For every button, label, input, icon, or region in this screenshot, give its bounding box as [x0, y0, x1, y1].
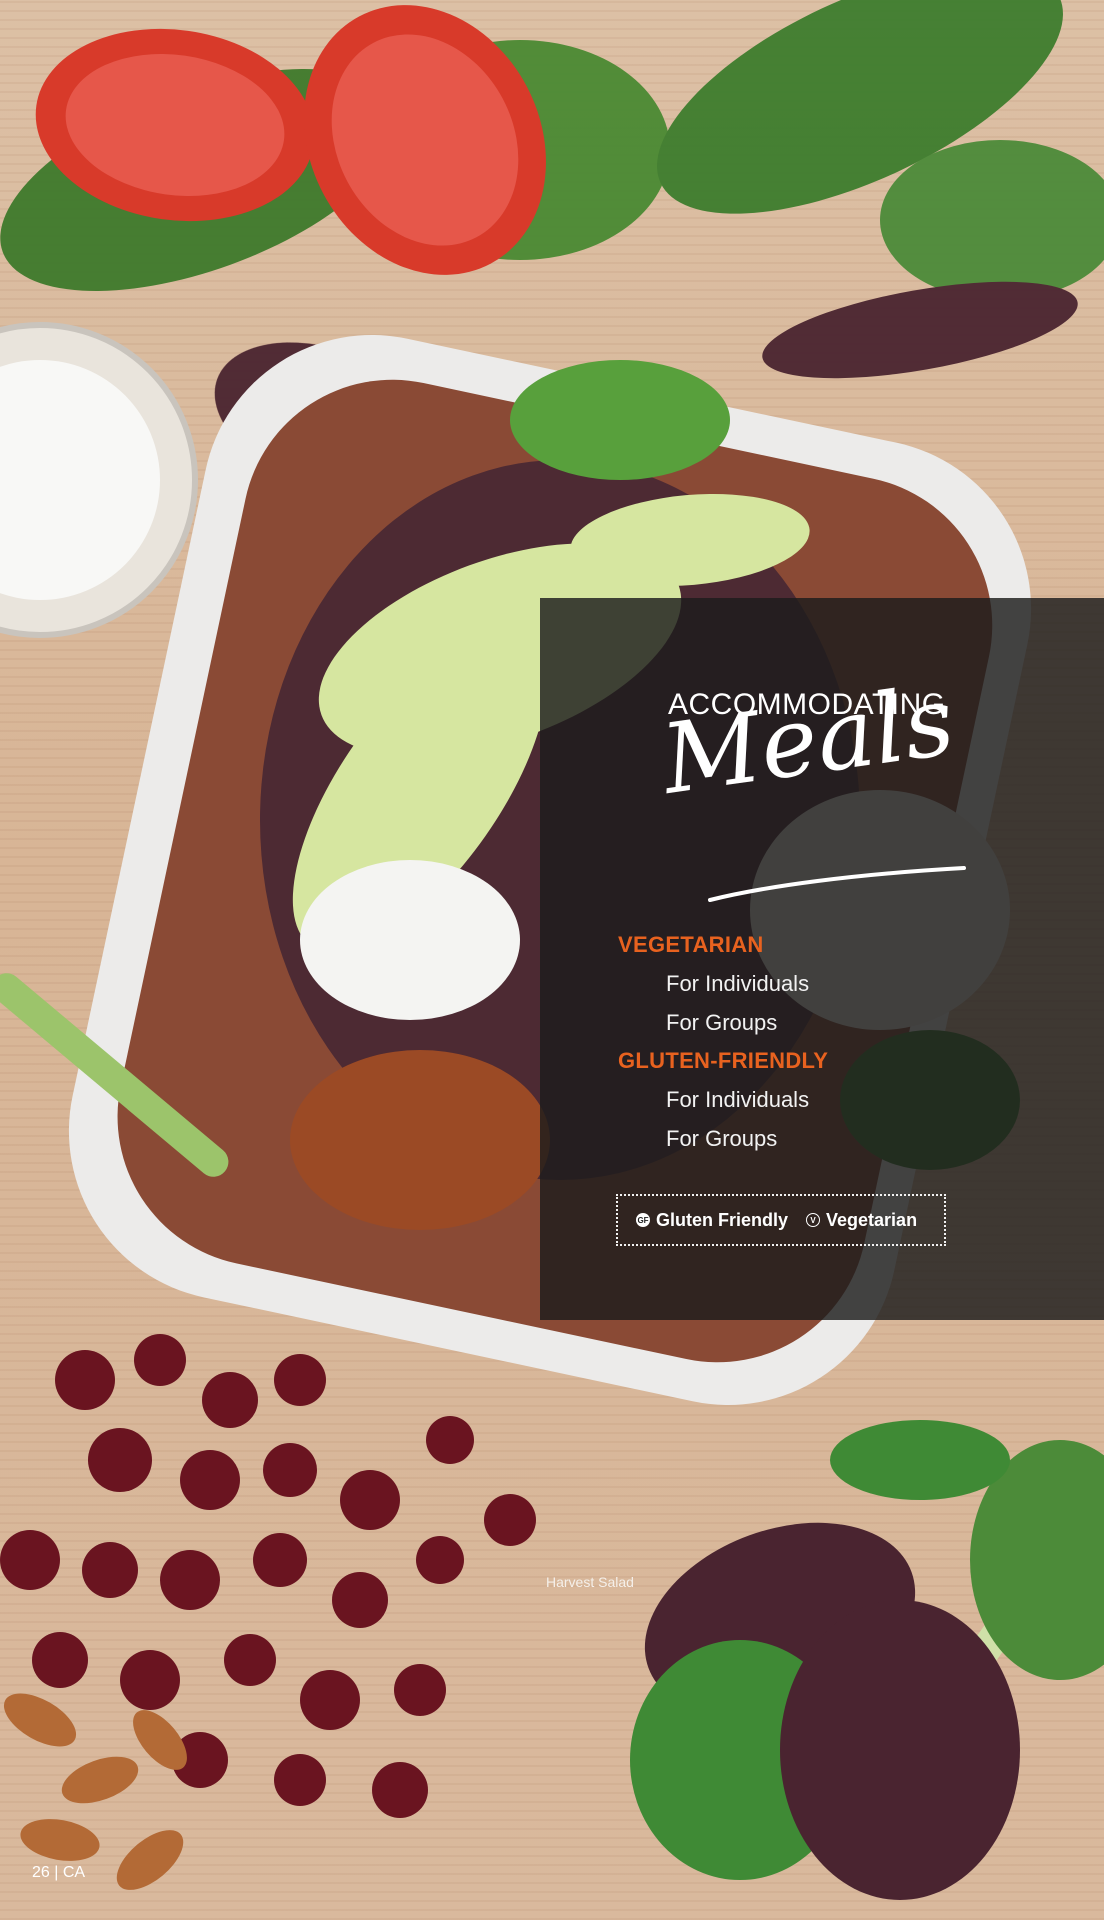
cranberries [0, 1334, 536, 1818]
greens-bottom [630, 1420, 1104, 1900]
region-code: CA [62, 1864, 86, 1881]
page: ACCOMMODATING Meals VEGETARIAN For Indiv… [0, 0, 1104, 1920]
menu-list: VEGETARIAN For Individuals For Groups GL… [618, 926, 828, 1158]
page-footer: 26 | CA [32, 1864, 85, 1882]
menu-item[interactable]: For Individuals [618, 964, 828, 1003]
menu-item[interactable]: For Groups [618, 1003, 828, 1042]
footer-separator: | [54, 1864, 59, 1881]
legend-gf-label: Gluten Friendly [656, 1209, 789, 1230]
page-number: 26 [32, 1864, 50, 1881]
legend-gluten-friendly: GF Gluten Friendly [636, 1210, 788, 1231]
category-vegetarian: VEGETARIAN [618, 932, 764, 957]
gluten-free-icon: GF [636, 1213, 650, 1227]
dietary-legend: GF Gluten Friendly V Vegetarian [616, 1194, 946, 1246]
menu-item[interactable]: For Individuals [618, 1080, 828, 1119]
legend-v-label: Vegetarian [826, 1209, 918, 1230]
menu-item[interactable]: For Groups [618, 1119, 828, 1158]
pecans [3, 1693, 187, 1890]
vegetarian-icon: V [806, 1213, 821, 1227]
feta-bowl [0, 322, 198, 638]
legend-vegetarian: V Vegetarian [806, 1210, 917, 1231]
category-gluten-friendly: GLUTEN-FRIENDLY [618, 1048, 829, 1073]
heading-underline-swash [708, 866, 966, 902]
photo-caption: Harvest Salad [546, 1574, 634, 1590]
